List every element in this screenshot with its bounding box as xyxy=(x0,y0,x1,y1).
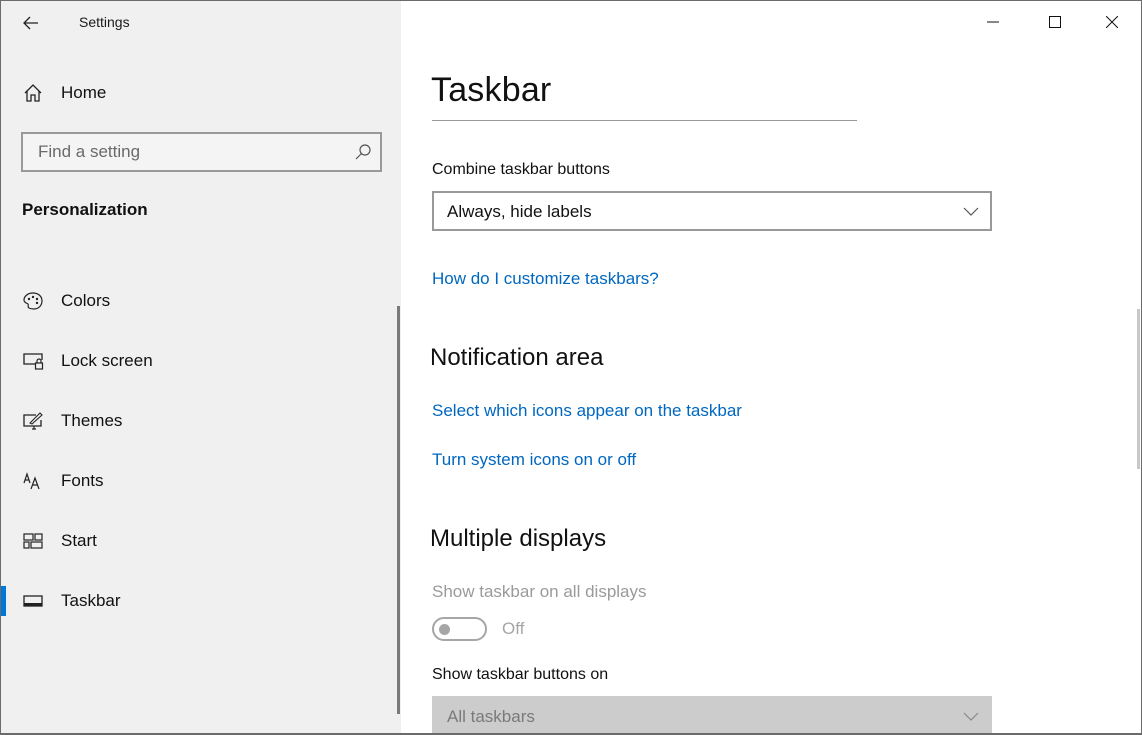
search-box[interactable] xyxy=(21,132,382,172)
sidebar-scrollbar[interactable] xyxy=(397,306,400,714)
home-icon xyxy=(21,81,45,105)
themes-icon xyxy=(21,409,45,433)
back-button[interactable] xyxy=(15,7,47,39)
sidebar-item-fonts[interactable]: Fonts xyxy=(1,461,401,501)
minimize-button[interactable] xyxy=(970,1,1016,43)
sidebar-item-themes[interactable]: Themes xyxy=(1,401,401,441)
multiple-displays-heading: Multiple displays xyxy=(430,525,607,552)
sidebar-item-label: Taskbar xyxy=(61,591,121,610)
search-icon[interactable] xyxy=(354,143,372,161)
sidebar-item-label: Start xyxy=(61,531,97,550)
chevron-down-icon xyxy=(963,207,979,216)
sidebar-item-colors[interactable]: Colors xyxy=(1,281,401,321)
app-title: Settings xyxy=(79,14,130,30)
show-all-displays-label: Show taskbar on all displays xyxy=(432,582,647,601)
sidebar-item-lock-screen[interactable]: Lock screen xyxy=(1,341,401,381)
sidebar-item-start[interactable]: Start xyxy=(1,521,401,561)
fonts-icon xyxy=(21,469,45,493)
settings-window: Settings Home Personalization xyxy=(0,0,1142,735)
show-all-displays-toggle[interactable] xyxy=(432,617,487,641)
sidebar-item-label: Lock screen xyxy=(61,351,153,370)
buttons-on-value: All taskbars xyxy=(447,707,535,726)
sidebar-item-label: Home xyxy=(61,83,107,102)
maximize-icon xyxy=(1049,16,1061,28)
buttons-on-dropdown[interactable]: All taskbars xyxy=(432,696,992,733)
combine-dropdown[interactable]: Always, hide labels xyxy=(432,191,992,231)
customize-taskbars-link[interactable]: How do I customize taskbars? xyxy=(432,269,659,289)
main-scrollbar[interactable] xyxy=(1137,309,1140,469)
title-divider xyxy=(432,120,857,121)
close-button[interactable] xyxy=(1089,1,1135,43)
select-icons-link[interactable]: Select which icons appear on the taskbar xyxy=(432,401,742,421)
sidebar: Settings Home Personalization xyxy=(1,1,401,733)
section-title: Personalization xyxy=(22,200,148,219)
close-icon xyxy=(1106,16,1118,28)
lock-screen-icon xyxy=(21,349,45,373)
sidebar-item-label: Themes xyxy=(61,411,123,430)
toggle-state-label: Off xyxy=(502,619,525,638)
toggle-knob xyxy=(439,624,450,635)
system-icons-link[interactable]: Turn system icons on or off xyxy=(432,450,636,470)
back-arrow-icon xyxy=(23,16,38,30)
combine-value: Always, hide labels xyxy=(447,202,592,221)
sidebar-item-home[interactable]: Home xyxy=(1,73,401,113)
maximize-button[interactable] xyxy=(1032,1,1078,43)
chevron-down-icon xyxy=(963,712,979,721)
palette-icon xyxy=(21,289,45,313)
combine-label: Combine taskbar buttons xyxy=(432,161,610,178)
page-title: Taskbar xyxy=(431,71,552,109)
buttons-on-label: Show taskbar buttons on xyxy=(432,666,609,683)
start-icon xyxy=(21,529,45,553)
sidebar-item-taskbar[interactable]: Taskbar xyxy=(1,581,401,621)
search-input[interactable] xyxy=(23,134,343,170)
notification-area-heading: Notification area xyxy=(430,344,604,371)
taskbar-icon xyxy=(21,589,45,613)
sidebar-item-label: Fonts xyxy=(61,471,104,490)
sidebar-item-label: Colors xyxy=(61,291,111,310)
selected-indicator xyxy=(1,586,6,616)
main-content: Taskbar Combine taskbar buttons Always, … xyxy=(401,1,1141,733)
minimize-icon xyxy=(987,21,999,23)
